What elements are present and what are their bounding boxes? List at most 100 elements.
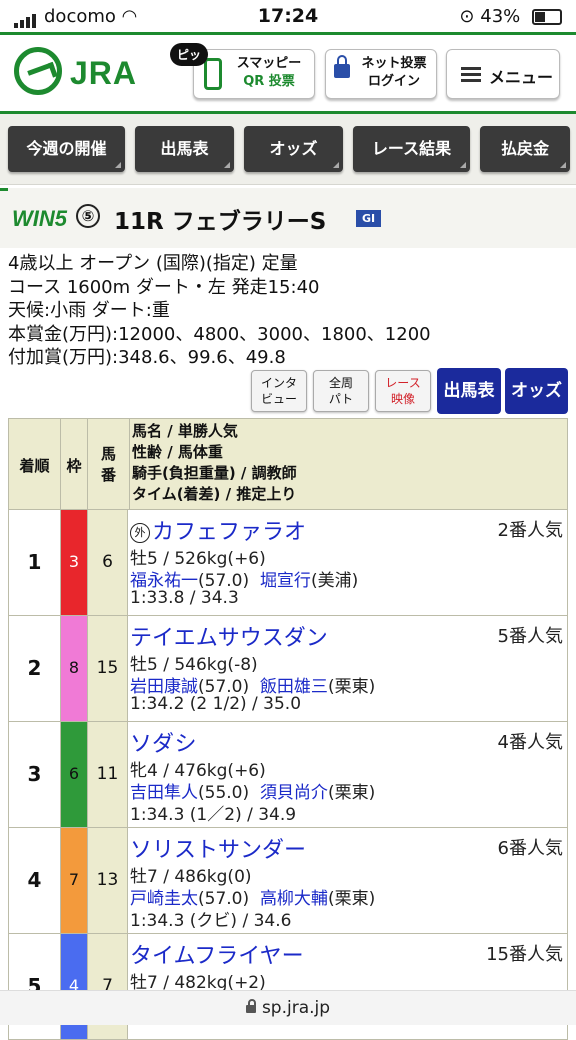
patrol-line2: パト xyxy=(328,392,354,406)
waku-cell: 6 xyxy=(61,722,88,827)
nav-race-results[interactable]: レース結果 xyxy=(353,126,470,172)
entries-button[interactable]: 出馬表 xyxy=(437,368,501,414)
accent-line xyxy=(0,188,8,191)
horse-name: テイエムサウスダン xyxy=(130,626,328,651)
menu-button[interactable]: メニュー xyxy=(446,49,560,99)
trainer-link[interactable]: 堀宣行 xyxy=(260,571,311,591)
url-text: sp.jra.jp xyxy=(261,998,331,1018)
status-bar: docomo ◠ 17:24 ⊙ 43% xyxy=(0,0,576,32)
nav-odds[interactable]: オッズ xyxy=(244,126,343,172)
rank-cell: 2 xyxy=(9,616,61,721)
race-title: 11R フェブラリーS xyxy=(114,209,327,235)
foreign-badge: 外 xyxy=(130,523,150,543)
jra-logo-text: JRA xyxy=(70,55,138,91)
waku-cell: 3 xyxy=(61,510,88,615)
popularity: 2番人気 xyxy=(497,520,563,541)
nav-entries[interactable]: 出馬表 xyxy=(135,126,234,172)
horse-name: タイムフライヤー xyxy=(130,944,304,969)
race-weather: 天候:小雨 ダート:重 xyxy=(8,300,170,321)
horse-info-cell: テイエムサウスダン 5番人気 牡5 / 546kg(-8) 岩田康誠(57.0) 飯田… xyxy=(130,616,567,721)
interview-button[interactable]: インタ ビュー xyxy=(251,370,307,412)
time-margin: 1:34.3 (1／2) / 34.9 xyxy=(130,805,297,825)
nav-this-week[interactable]: 今週の開催 xyxy=(8,126,125,172)
horse-name: カフェファラオ xyxy=(152,520,307,545)
race-info: 4歳以上 オープン (国際)(指定) 定量 コース 1600m ダート・左 発走… xyxy=(8,252,431,370)
time-margin: 1:34.3 (クビ) / 34.6 xyxy=(130,911,292,931)
menu-label: メニュー xyxy=(489,68,554,87)
qr-button-line2: QR 投票 xyxy=(243,74,295,89)
grade-badge: GⅠ xyxy=(356,210,382,227)
race-conditions: 4歳以上 オープン (国際)(指定) 定量 xyxy=(8,253,298,274)
header-rank: 着順 xyxy=(9,419,61,511)
smappy-qr-button[interactable]: スマッピー QR 投票 xyxy=(193,49,315,99)
stable: (美浦) xyxy=(310,571,359,591)
table-row[interactable]: 4 7 13 ソリストサンダー 6番人気 牡7 / 486kg(0) 戸崎圭太(57.0) … xyxy=(8,828,568,934)
interview-line2: ビュー xyxy=(260,392,297,406)
horse-name-link[interactable]: ソリストサンダー xyxy=(130,832,306,864)
race-course: コース 1600m ダート・左 発走15:40 xyxy=(8,276,320,298)
race-header: WIN5 ⑤ 11R フェブラリーS GⅠ xyxy=(0,188,576,248)
stable: (栗東) xyxy=(327,889,376,909)
waku-cell: 7 xyxy=(61,828,88,933)
horse-name-link[interactable]: タイムフライヤー xyxy=(130,938,304,970)
net-vote-login-button[interactable]: ネット投票 ログイン xyxy=(325,49,437,99)
login-button-line1: ネット投票 xyxy=(361,56,427,71)
rank-cell: 4 xyxy=(9,828,61,933)
table-row[interactable]: 2 8 15 テイエムサウスダン 5番人気 牡5 / 546kg(-8) 岩田康誠(57.0… xyxy=(8,616,568,722)
qr-button-line1: スマッピー xyxy=(236,56,302,71)
horse-number-cell: 11 xyxy=(88,722,128,827)
time-margin: 1:33.8 / 34.3 xyxy=(130,588,239,608)
win5-logo: WIN5 xyxy=(12,206,67,231)
header-waku: 枠 xyxy=(61,419,88,511)
odds-button[interactable]: オッズ xyxy=(505,368,568,414)
login-button-line2: ログイン xyxy=(367,74,420,89)
race-prize: 本賞金(万円):12000、4800、3000、1800、1200 xyxy=(8,323,431,345)
stable: (栗東) xyxy=(327,783,376,803)
jra-logo[interactable]: JRA xyxy=(14,47,159,102)
orientation-lock-icon: ⊙ xyxy=(459,6,475,27)
jra-logo-icon xyxy=(14,47,62,95)
hamburger-icon xyxy=(461,67,481,82)
time-margin: 1:34.2 (2 1/2) / 35.0 xyxy=(130,694,302,714)
race-added-prize: 付加賞(万円):348.6、99.6、49.8 xyxy=(8,347,286,368)
horse-number-cell: 15 xyxy=(88,616,128,721)
battery-percent: 43% xyxy=(480,6,521,27)
header-info: 馬名 / 単勝人気 性齢 / 馬体重 騎手(負担重量) / 調教師 タイム(着差… xyxy=(132,422,297,503)
table-header: 着順 枠 馬番 馬名 / 単勝人気 性齢 / 馬体重 騎手(負担重量) / 調教… xyxy=(8,418,568,511)
popularity: 5番人気 xyxy=(497,626,563,647)
main-nav: 今週の開催 出馬表 オッズ レース結果 払戻金 xyxy=(0,114,576,185)
stable: (栗東) xyxy=(327,677,376,697)
horse-name: ソダシ xyxy=(130,732,197,757)
table-row[interactable]: 3 6 11 ソダシ 4番人気 牝4 / 476kg(+6) 吉田隼人(55.0) 須貝尚介… xyxy=(8,722,568,828)
popularity: 4番人気 xyxy=(497,732,563,753)
win5-leg-number: ⑤ xyxy=(76,204,100,228)
nav-payouts[interactable]: 払戻金 xyxy=(480,126,570,172)
horse-name-link[interactable]: 外カフェファラオ xyxy=(130,514,306,546)
horse-info-cell: ソダシ 4番人気 牝4 / 476kg(+6) 吉田隼人(55.0) 須貝尚介(栗東)… xyxy=(130,722,567,827)
pip-badge: ピッ xyxy=(170,43,209,66)
header-num: 馬番 xyxy=(88,419,130,511)
smartphone-icon xyxy=(204,58,222,90)
lock-icon xyxy=(334,55,350,78)
site-header: JRA スマッピー QR 投票 ピッ ネット投票 ログイン メニュー xyxy=(0,32,576,114)
rank-cell: 1 xyxy=(9,510,61,615)
waku-cell: 8 xyxy=(61,616,88,721)
url-bar[interactable]: sp.jra.jp xyxy=(0,990,576,1025)
horse-number-cell: 13 xyxy=(88,828,128,933)
horse-info-cell: ソリストサンダー 6番人気 牡7 / 486kg(0) 戸崎圭太(57.0) 高柳大輔… xyxy=(130,828,567,933)
patrol-line1: 全周 xyxy=(328,376,353,390)
horse-number-cell: 6 xyxy=(88,510,128,615)
table-row[interactable]: 1 3 6 外カフェファラオ 2番人気 牡5 / 526kg(+6) 福永祐一(57.0) … xyxy=(8,510,568,616)
popularity: 6番人気 xyxy=(497,838,563,859)
horse-name: ソリストサンダー xyxy=(130,838,307,863)
battery-info: ⊙ 43% xyxy=(459,6,562,27)
rank-cell: 3 xyxy=(9,722,61,827)
horse-info-cell: 外カフェファラオ 2番人気 牡5 / 526kg(+6) 福永祐一(57.0) 堀宣行… xyxy=(130,510,567,615)
race-video-button[interactable]: レース 映像 xyxy=(375,370,431,412)
interview-line1: インタ xyxy=(260,376,297,390)
horse-name-link[interactable]: ソダシ xyxy=(130,726,196,758)
patrol-button[interactable]: 全周 パト xyxy=(313,370,369,412)
horse-name-link[interactable]: テイエムサウスダン xyxy=(130,620,328,652)
video-line1: レース xyxy=(385,376,421,390)
lock-icon xyxy=(245,999,256,1013)
